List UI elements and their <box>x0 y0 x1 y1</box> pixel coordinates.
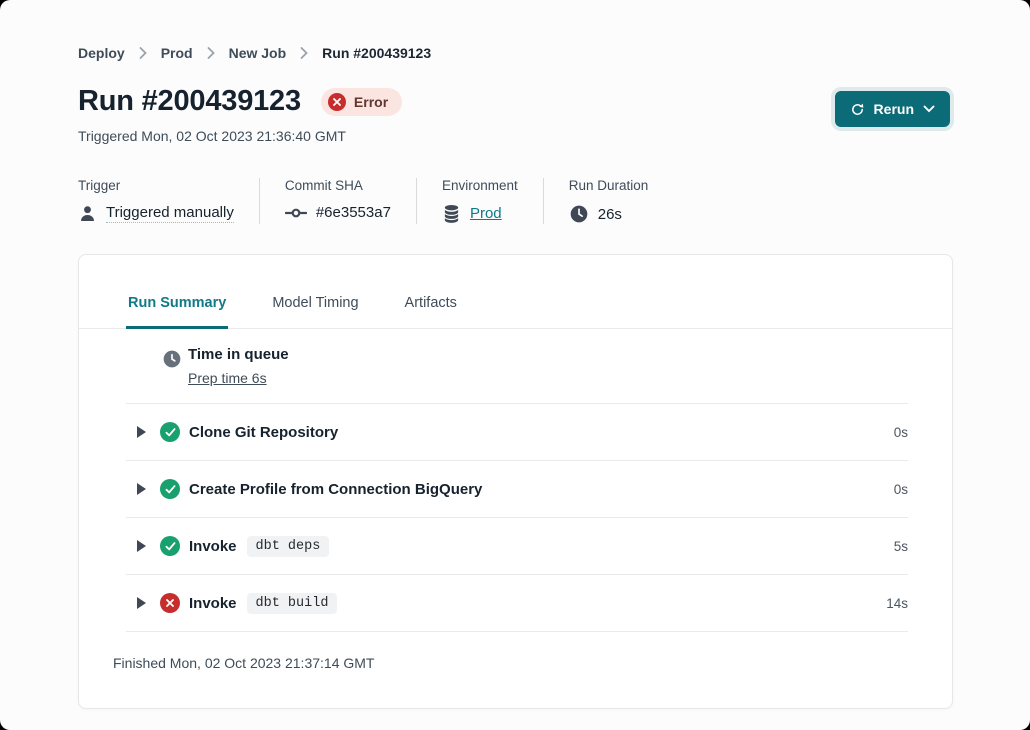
status-success-icon <box>160 536 180 556</box>
database-icon <box>442 204 461 223</box>
meta-duration-value: 26s <box>598 206 622 223</box>
meta-commit-value: #6e3553a7 <box>316 204 391 221</box>
step-row: Clone Git Repository 0s <box>126 404 908 461</box>
chevron-down-icon <box>923 105 935 113</box>
step-title: Invoke <box>189 595 237 612</box>
breadcrumb-prod[interactable]: Prod <box>161 45 193 61</box>
step-command-chip: dbt build <box>247 593 338 614</box>
queue-clock-icon <box>162 349 182 369</box>
triggered-timestamp: Triggered Mon, 02 Oct 2023 21:36:40 GMT <box>78 128 952 144</box>
step-duration: 14s <box>886 596 908 611</box>
meta-commit: Commit SHA #6e3553a7 <box>260 178 417 224</box>
expand-caret-icon[interactable] <box>137 483 146 495</box>
meta-duration: Run Duration 26s <box>544 178 674 224</box>
breadcrumb-run-id: Run #200439123 <box>322 45 431 61</box>
queue-row: Time in queue Prep time 6s <box>126 329 908 404</box>
chevron-right-icon <box>207 47 215 59</box>
step-duration: 5s <box>894 539 908 554</box>
meta-duration-label: Run Duration <box>569 178 649 193</box>
git-commit-icon <box>285 206 307 220</box>
tab-bar: Run Summary Model Timing Artifacts <box>79 295 952 329</box>
queue-title: Time in queue <box>188 346 289 363</box>
expand-caret-icon[interactable] <box>137 426 146 438</box>
meta-trigger-value[interactable]: Triggered manually <box>106 204 234 223</box>
meta-environment-label: Environment <box>442 178 518 193</box>
status-error-icon <box>160 593 180 613</box>
person-icon <box>78 204 97 223</box>
rerun-button[interactable]: Rerun <box>835 91 950 127</box>
meta-environment: Environment Prod <box>417 178 544 224</box>
finished-timestamp: Finished Mon, 02 Oct 2023 21:37:14 GMT <box>79 632 952 671</box>
meta-trigger-label: Trigger <box>78 178 234 193</box>
step-command-chip: dbt deps <box>247 536 330 557</box>
expand-caret-icon[interactable] <box>137 540 146 552</box>
meta-environment-value[interactable]: Prod <box>470 205 502 222</box>
step-title: Create Profile from Connection BigQuery <box>189 481 482 498</box>
status-badge: Error <box>321 88 402 116</box>
step-row: Invoke dbt deps 5s <box>126 518 908 575</box>
run-meta: Trigger Triggered manually Commit SHA #6… <box>78 178 952 224</box>
step-duration: 0s <box>894 425 908 440</box>
tab-artifacts[interactable]: Artifacts <box>403 295 459 329</box>
steps-list: Time in queue Prep time 6s Clone Git Rep… <box>79 329 952 632</box>
status-success-icon <box>160 479 180 499</box>
run-detail-page: Deploy Prod New Job Run #200439123 Run #… <box>0 0 1030 730</box>
step-title: Clone Git Repository <box>189 424 338 441</box>
refresh-icon <box>850 102 865 117</box>
status-badge-label: Error <box>354 94 388 110</box>
tab-model-timing[interactable]: Model Timing <box>270 295 360 329</box>
rerun-button-label: Rerun <box>874 101 914 117</box>
meta-commit-label: Commit SHA <box>285 178 391 193</box>
error-circle-icon <box>328 93 346 111</box>
expand-caret-icon[interactable] <box>137 597 146 609</box>
step-row: Invoke dbt build 14s <box>126 575 908 632</box>
clock-icon <box>569 204 589 224</box>
step-duration: 0s <box>894 482 908 497</box>
page-title: Run #200439123 <box>78 85 301 118</box>
status-success-icon <box>160 422 180 442</box>
breadcrumb: Deploy Prod New Job Run #200439123 <box>0 0 1030 61</box>
step-row: Create Profile from Connection BigQuery … <box>126 461 908 518</box>
run-summary-card: Run Summary Model Timing Artifacts Time … <box>78 254 953 709</box>
chevron-right-icon <box>139 47 147 59</box>
breadcrumb-deploy[interactable]: Deploy <box>78 45 125 61</box>
prep-time-link[interactable]: Prep time 6s <box>188 370 267 386</box>
breadcrumb-new-job[interactable]: New Job <box>229 45 287 61</box>
meta-trigger: Trigger Triggered manually <box>78 178 260 224</box>
step-title: Invoke <box>189 538 237 555</box>
chevron-right-icon <box>300 47 308 59</box>
tab-run-summary[interactable]: Run Summary <box>126 295 228 329</box>
